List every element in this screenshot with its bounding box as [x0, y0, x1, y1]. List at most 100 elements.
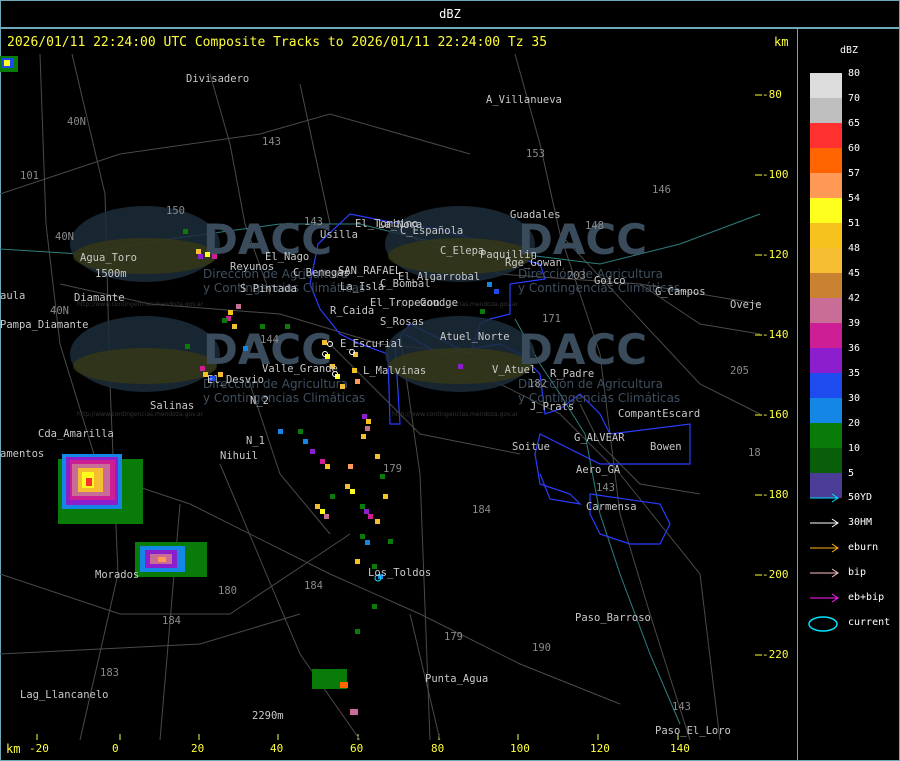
- place-label: Oveje: [730, 299, 762, 311]
- x-tick: -20: [29, 742, 49, 755]
- legend-label: 65: [848, 118, 861, 129]
- x-tick: 80: [431, 742, 445, 755]
- place-label: aula: [0, 290, 25, 302]
- legend-label: 57: [848, 168, 861, 179]
- track-arrow-icon: [810, 593, 839, 603]
- composite-tracks-header: 2026/01/11 22:24:00 UTC Composite Tracks…: [7, 35, 548, 50]
- legend-label: 35: [848, 368, 861, 379]
- place-label: A_Villanueva: [486, 94, 562, 106]
- place-label: R_Padre: [550, 368, 594, 380]
- place-label: Pampa_Diamante: [0, 319, 89, 331]
- route-number: 143: [596, 482, 615, 494]
- track-arrow-icon: [810, 493, 839, 503]
- place-label: Usilla: [320, 229, 358, 241]
- track-arrow-icon: [810, 568, 839, 578]
- radar-map[interactable]: DACC Dirección de Agricultura y Contingenc…: [0, 54, 797, 740]
- legend-label: 48: [848, 243, 861, 254]
- x-tick: 140: [670, 742, 690, 755]
- place-label: N_2: [250, 395, 269, 407]
- place-label: C_Elepa: [440, 245, 484, 257]
- current-ellipse-icon: [808, 616, 838, 632]
- route-number: 144: [260, 334, 279, 346]
- place-label: S_Pintada: [240, 283, 297, 295]
- legend-swatch: [810, 298, 842, 323]
- legend-label: 42: [848, 293, 861, 304]
- svg-text:http://www.contingencias.mendo: http://www.contingencias.mendoza.gov.ar: [392, 411, 519, 418]
- legend-label: 54: [848, 193, 861, 204]
- place-label: Goudge: [420, 297, 458, 309]
- track-arrow-icon: [810, 518, 839, 528]
- legend-swatch: [810, 198, 842, 223]
- route-number: 171: [542, 313, 561, 325]
- place-label: E_Escurial: [340, 338, 403, 350]
- place-label: Valle_Grande: [262, 363, 338, 375]
- legend-swatch: [810, 373, 842, 398]
- y-tick: -220: [762, 648, 789, 661]
- route-number: 179: [444, 631, 463, 643]
- place-label: Lag_Llancanelo: [20, 689, 109, 701]
- legend-swatch: [810, 398, 842, 423]
- place-label: Carmensa: [586, 501, 637, 513]
- place-label: Atuel_Norte: [440, 331, 510, 343]
- legend-swatch: [810, 273, 842, 298]
- legend-label: 5: [848, 468, 855, 479]
- svg-text:y Contingencias Climáticas: y Contingencias Climáticas: [203, 391, 365, 405]
- place-label: Rge_Gowan: [505, 257, 562, 269]
- legend-swatch: [810, 98, 842, 123]
- legend-swatch: [810, 173, 842, 198]
- place-label: Goico: [594, 275, 626, 287]
- y-tick: -140: [762, 328, 789, 341]
- route-number: 150: [166, 205, 185, 217]
- svg-text:http://www.contingencias.mendo: http://www.contingencias.mendoza.gov.ar: [77, 411, 204, 418]
- legend-swatch: [810, 223, 842, 248]
- x-tick: 0: [112, 742, 119, 755]
- place-label: 1500m: [95, 268, 127, 280]
- title-bar: dBZ: [0, 0, 900, 28]
- place-label: G_Campos: [655, 286, 706, 298]
- route-number: 180: [218, 585, 237, 597]
- place-label: Guadales: [510, 209, 561, 221]
- place-label: CompantEscard: [618, 408, 700, 420]
- y-tick: -100: [762, 168, 789, 181]
- place-label: Divisadero: [186, 73, 249, 85]
- legend-swatch: [810, 73, 842, 98]
- place-label: Morados: [95, 569, 139, 581]
- y-tick: -180: [762, 488, 789, 501]
- legend-label: 39: [848, 318, 861, 329]
- route-number: 146: [652, 184, 671, 196]
- place-label: Paso_El_Loro: [655, 725, 731, 737]
- track-label: eb+bip: [848, 592, 885, 603]
- legend-label: 30: [848, 393, 861, 404]
- x-tick: 20: [191, 742, 205, 755]
- place-label: 2290m: [252, 710, 284, 722]
- place-label: El_Nago: [265, 251, 309, 263]
- legend-label: 70: [848, 93, 861, 104]
- legend-swatch: [810, 123, 842, 148]
- route-number: 40N: [55, 231, 74, 243]
- current-label: current: [848, 617, 891, 628]
- legend-label: 20: [848, 418, 861, 429]
- place-label: L_Malvinas: [363, 365, 426, 377]
- track-label: 50YD: [848, 492, 873, 503]
- route-number: 205: [730, 365, 749, 377]
- place-label: Bowen: [650, 441, 682, 453]
- place-label: S_Rosas: [380, 316, 424, 328]
- place-label: Punta_Agua: [425, 673, 488, 685]
- place-label: C_Española: [400, 225, 463, 237]
- route-number: 18: [748, 447, 761, 459]
- legend-swatch: [810, 423, 842, 448]
- track-label: bip: [848, 567, 867, 578]
- route-number: 184: [162, 615, 181, 627]
- route-number: 184: [304, 580, 323, 592]
- route-number: 190: [532, 642, 551, 654]
- legend-label: 51: [848, 218, 861, 229]
- route-number: 40N: [50, 305, 69, 317]
- route-number: 101: [20, 170, 39, 182]
- x-axis-unit: km: [6, 742, 21, 756]
- route-number: 153: [526, 148, 545, 160]
- place-label: Aero_GA: [576, 464, 621, 476]
- place-label: J_Prats: [530, 401, 574, 413]
- place-label: Paso_Barroso: [575, 612, 651, 624]
- track-arrow-icon: [810, 543, 839, 553]
- route-number: 143: [262, 136, 281, 148]
